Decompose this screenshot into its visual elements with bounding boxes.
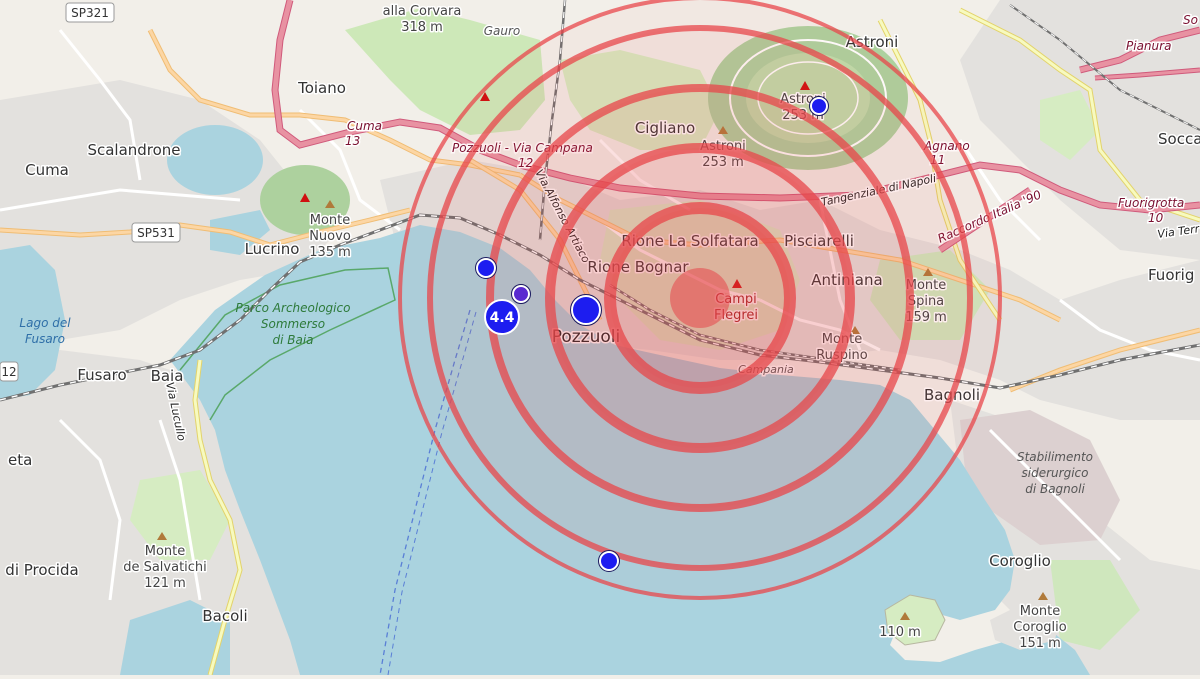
place-elev-nisida: 110 m — [879, 625, 921, 640]
road-label-cuma: Cuma — [347, 119, 382, 133]
earthquake-marker[interactable] — [476, 258, 496, 278]
park-label-3: di Baia — [272, 333, 313, 347]
place-label-so: So — [1183, 13, 1198, 27]
park-label-1: Parco Archeologico — [236, 301, 351, 315]
road-shield-sp531: SP531 — [131, 222, 181, 243]
place-label-monte-coroglio-2: Coroglio — [1013, 620, 1067, 635]
road-label-cuma-exit: 13 — [345, 134, 360, 148]
road-label-fuorigrotta-exit: 10 — [1148, 211, 1164, 225]
lago-averno — [167, 125, 263, 195]
place-label-monte-nuovo-2: Nuovo — [309, 229, 351, 244]
map-view[interactable]: SP321 SP531 12 Cuma 13 Pozzuoli - Via Ca… — [0, 0, 1200, 676]
place-label-eta: eta — [8, 451, 32, 469]
industrial-label-1: Stabilimento — [1017, 450, 1093, 464]
main-quake-marker[interactable]: 4.4 — [484, 299, 520, 335]
shield-label: SP531 — [137, 226, 175, 240]
road-shield-12: 12 — [0, 361, 19, 382]
place-label-monte-salvatichi-2: de Salvatichi — [123, 560, 207, 575]
place-elev-corvara: 318 m — [401, 20, 443, 35]
place-label-coroglio: Coroglio — [989, 552, 1051, 570]
place-label-bacoli: Bacoli — [202, 607, 247, 625]
epicenter-rings — [398, 0, 1002, 600]
place-label-monte-coroglio-1: Monte — [1020, 604, 1061, 619]
earthquake-marker[interactable] — [512, 285, 530, 303]
place-label-fusaro: Fusaro — [77, 366, 126, 384]
place-label-toiano: Toiano — [297, 79, 346, 97]
earthquake-marker[interactable] — [599, 551, 619, 571]
lake-label-fusaro-1: Lago del — [19, 316, 71, 330]
main-quake-magnitude: 4.4 — [490, 310, 515, 326]
earthquake-marker[interactable] — [571, 295, 601, 325]
shield-label: SP321 — [71, 6, 109, 20]
place-label-gauro: Gauro — [484, 24, 521, 38]
place-elev-monte-coroglio: 151 m — [1019, 636, 1061, 651]
place-label-baia: Baia — [151, 367, 184, 385]
place-elev-monte-salvatichi: 121 m — [144, 576, 186, 591]
place-label-socca: Socca — [1158, 130, 1200, 148]
lake-label-fusaro-2: Fusaro — [25, 332, 65, 346]
place-label-cuma: Cuma — [25, 161, 69, 179]
park-label-2: Sommerso — [261, 317, 325, 331]
place-label-fuorig: Fuorig — [1148, 266, 1194, 284]
place-label-di-procida: di Procida — [5, 561, 78, 579]
epicenter-ring — [398, 0, 1002, 600]
shield-label: 12 — [1, 365, 16, 379]
earthquake-marker[interactable] — [810, 97, 828, 115]
place-elev-monte-nuovo: 135 m — [309, 245, 351, 260]
road-shield-sp321: SP321 — [65, 2, 115, 23]
place-label-scalandrone: Scalandrone — [87, 141, 180, 159]
industrial-label-2: siderurgico — [1022, 466, 1089, 480]
place-label-monte-nuovo-1: Monte — [310, 213, 351, 228]
map-canvas[interactable]: SP321 SP531 12 Cuma 13 Pozzuoli - Via Ca… — [0, 0, 1200, 676]
place-label-corvara: alla Corvara — [383, 4, 462, 19]
place-label-lucrino: Lucrino — [245, 240, 300, 258]
industrial-label-3: di Bagnoli — [1025, 482, 1085, 496]
place-label-pianura: Pianura — [1126, 39, 1171, 53]
place-label-monte-salvatichi-1: Monte — [145, 544, 186, 559]
road-label-fuorigrotta: Fuorigrotta — [1118, 196, 1184, 210]
